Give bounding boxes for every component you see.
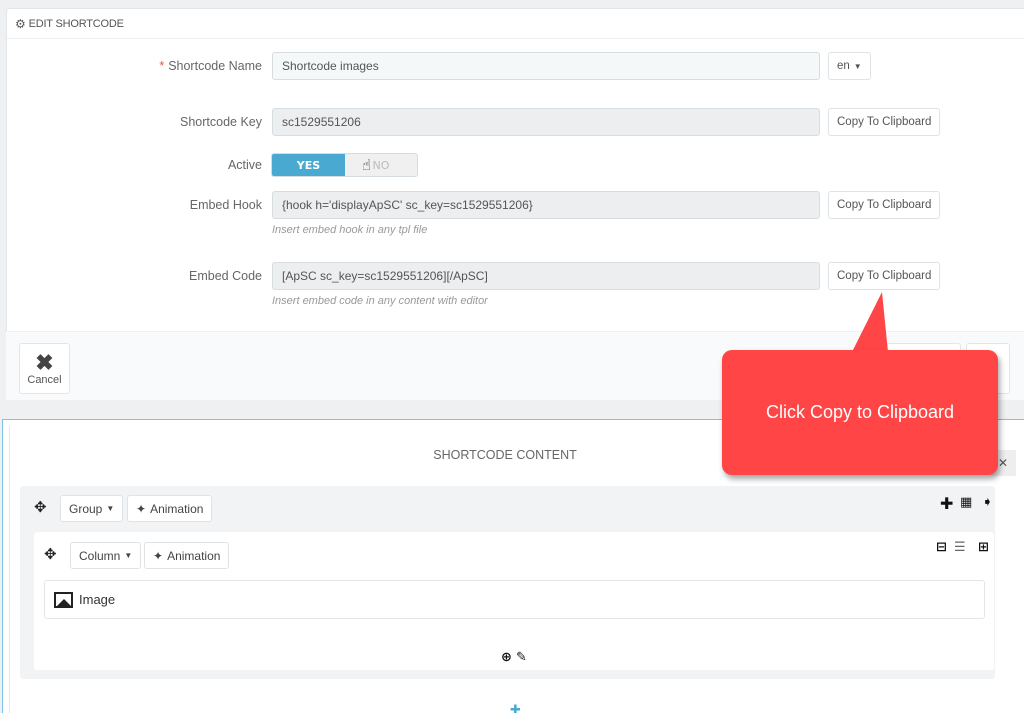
pencil-icon[interactable]: ✎ (516, 650, 527, 665)
embed-code-help: Insert embed code in any content with ed… (272, 295, 488, 307)
group-animation-button[interactable]: ✦ Animation (127, 495, 213, 522)
magic-wand-icon: ✦ (153, 548, 164, 563)
hand-cursor-icon: ☝ (362, 156, 372, 174)
callout-annotation: Click Copy to Clipboard (722, 350, 998, 475)
embed-code-input[interactable]: [ApSC sc_key=sc1529551206][/ApSC] (272, 262, 820, 290)
panel-heading: ⚙ EDIT SHORTCODE (7, 9, 1024, 39)
move-column-icon[interactable]: ✥ (44, 545, 57, 563)
plus-square-icon[interactable]: ⊞ (978, 540, 989, 555)
minus-square-icon[interactable]: ⊟ (936, 540, 947, 555)
panel-title: EDIT SHORTCODE (28, 17, 124, 30)
embed-code-label: Embed Code (189, 269, 262, 283)
shortcode-key-input[interactable]: sc1529551206 (272, 108, 820, 136)
shortcode-name-label: * Shortcode Name (159, 59, 262, 73)
add-row-icon[interactable]: ✚ (510, 703, 521, 713)
circle-down-icon[interactable]: ➧ (982, 495, 993, 510)
caret-down-icon: ▼ (124, 551, 133, 560)
column-dropdown[interactable]: Column ▼ (70, 542, 142, 569)
group-dropdown[interactable]: Group ▼ (60, 495, 124, 522)
cogs-icon: ⚙ (15, 16, 26, 31)
toggle-yes[interactable]: YES (272, 154, 345, 176)
magic-wand-icon: ✦ (136, 501, 147, 516)
copy-code-button[interactable]: Copy To Clipboard (828, 262, 941, 290)
copy-hook-button[interactable]: Copy To Clipboard (828, 191, 941, 219)
embed-hook-help: Insert embed hook in any tpl file (272, 224, 428, 236)
plus-circle-icon[interactable]: ⊕ (501, 650, 512, 665)
shortcode-name-input[interactable]: Shortcode images (272, 52, 820, 80)
grid-icon[interactable]: ▦ (960, 495, 972, 510)
embed-hook-input[interactable]: {hook h='displayApSC' sc_key=sc152955120… (272, 191, 820, 219)
copy-key-button[interactable]: Copy To Clipboard (828, 108, 941, 136)
shortcode-key-label: Shortcode Key (180, 115, 262, 129)
column-animation-button[interactable]: ✦ Animation (144, 542, 230, 569)
toggle-no[interactable]: NO (345, 154, 417, 176)
active-label: Active (227, 158, 262, 172)
caret-down-icon: ▼ (106, 504, 115, 513)
move-group-icon[interactable]: ✥ (34, 498, 47, 516)
language-dropdown[interactable]: en ▼ (828, 52, 871, 80)
cancel-button[interactable]: ✖ Cancel (19, 343, 70, 394)
image-widget[interactable]: Image (44, 580, 985, 619)
plus-icon[interactable]: ✚ (940, 494, 953, 513)
bars-icon[interactable]: ☰ (954, 540, 966, 555)
caret-down-icon: ▼ (853, 61, 862, 71)
active-toggle[interactable]: YES NO (271, 153, 418, 177)
close-icon: ✖ (35, 349, 54, 375)
image-icon (54, 591, 73, 608)
embed-hook-label: Embed Hook (189, 198, 262, 212)
